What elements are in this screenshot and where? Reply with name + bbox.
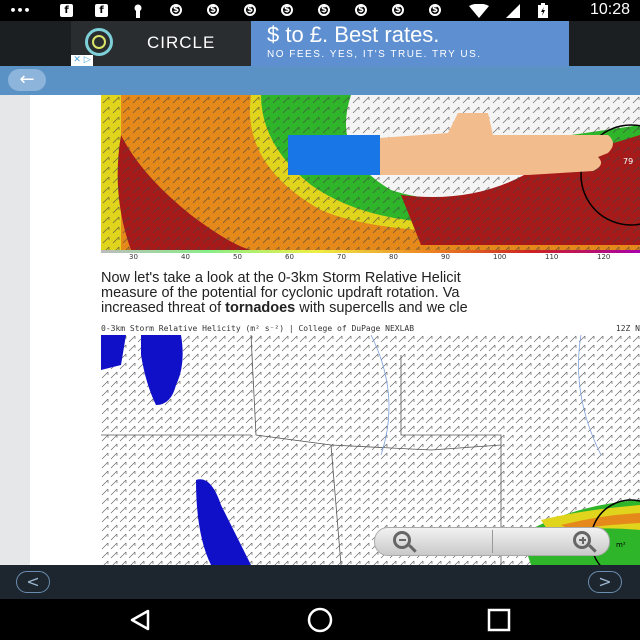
article-line: increased threat of tornadoes with super… <box>101 300 468 316</box>
scale-tick-label: 30 <box>129 253 138 261</box>
scale-tick-label: 100 <box>493 253 507 261</box>
scale-tick-label: 90 <box>441 253 450 261</box>
back-triangle-icon[interactable] <box>126 607 156 633</box>
dollar-icon: $ <box>429 4 441 16</box>
wifi-icon <box>468 3 490 18</box>
system-nav-bar <box>0 599 640 640</box>
status-bar: ••• f f $ $ $ $ $ $ $ $ 10:28 <box>0 0 640 21</box>
dollar-icon: $ <box>318 4 330 16</box>
article-paragraph: Now let's take a look at the 0-3km Storm… <box>101 271 640 316</box>
map2-title: 0-3km Storm Relative Helicity (m² s⁻²) |… <box>101 324 640 333</box>
dollar-icon: $ <box>281 4 293 16</box>
ad-message-panel: $ to £. Best rates. NO FEES. YES, IT'S T… <box>251 21 569 66</box>
zoom-out-icon <box>393 531 411 549</box>
previous-page-button[interactable]: < <box>16 571 50 593</box>
scale-tick-label: 50 <box>233 253 242 261</box>
zoom-out-button[interactable] <box>375 528 492 555</box>
back-button[interactable]: ← <box>8 69 46 91</box>
zoom-in-button[interactable] <box>493 528 610 555</box>
ad-brand-name: CIRCLE <box>147 33 216 52</box>
keyhole-icon <box>130 3 146 18</box>
map1-scale: 30 40 50 60 70 80 90 100 110 120 <box>101 250 640 267</box>
dollar-icon: $ <box>355 4 367 16</box>
dollar-icon: $ <box>392 4 404 16</box>
more-icon: ••• <box>9 4 31 17</box>
thumbs-up-icon <box>288 113 613 175</box>
article-content[interactable]: 79 30 40 50 60 70 80 90 100 110 120 Now let's tak… <box>0 95 640 565</box>
zoom-in-icon <box>573 531 591 549</box>
map1-marker: 79 <box>623 157 633 166</box>
next-page-button[interactable]: > <box>588 571 622 593</box>
scale-tick-label: 70 <box>337 253 346 261</box>
dollar-icon: $ <box>244 4 256 16</box>
home-circle-icon[interactable] <box>305 607 335 633</box>
app-header: ← <box>0 66 640 95</box>
article-line: measure of the potential for cyclonic up… <box>101 285 460 301</box>
dollar-icon: $ <box>170 4 182 16</box>
left-gutter <box>0 95 30 565</box>
ad-banner[interactable]: CIRCLE $ to £. Best rates. NO FEES. YES,… <box>71 21 569 66</box>
article-line: Now let's take a look at the 0-3km Storm… <box>101 270 461 286</box>
scale-tick-label: 80 <box>389 253 398 261</box>
map2-title-right: 12Z N <box>615 324 640 333</box>
scale-tick-label: 40 <box>181 253 190 261</box>
facebook-icon: f <box>60 4 73 17</box>
ad-tagline: NO FEES. YES, IT'S TRUE. TRY US. <box>267 49 482 60</box>
battery-icon <box>537 3 549 18</box>
facebook-icon: f <box>95 4 108 17</box>
ad-brand-panel: CIRCLE <box>71 21 251 66</box>
clock: 10:28 <box>589 1 630 18</box>
page-nav-bar: < > <box>0 565 640 599</box>
ad-choices-icon[interactable]: ✕ ▷ <box>71 55 93 66</box>
scale-tick-label: 120 <box>597 253 611 261</box>
map2-corner-label: m² <box>616 541 626 549</box>
recents-square-icon[interactable] <box>484 607 514 633</box>
zoom-control <box>374 527 610 556</box>
scale-tick-label: 60 <box>285 253 294 261</box>
dollar-icon: $ <box>207 4 219 16</box>
signal-icon <box>505 3 521 18</box>
circle-logo-icon <box>85 28 113 56</box>
ad-headline: $ to £. Best rates. <box>267 22 440 47</box>
scale-tick-label: 110 <box>545 253 559 261</box>
tornadoes-emphasis: tornadoes <box>225 300 296 316</box>
